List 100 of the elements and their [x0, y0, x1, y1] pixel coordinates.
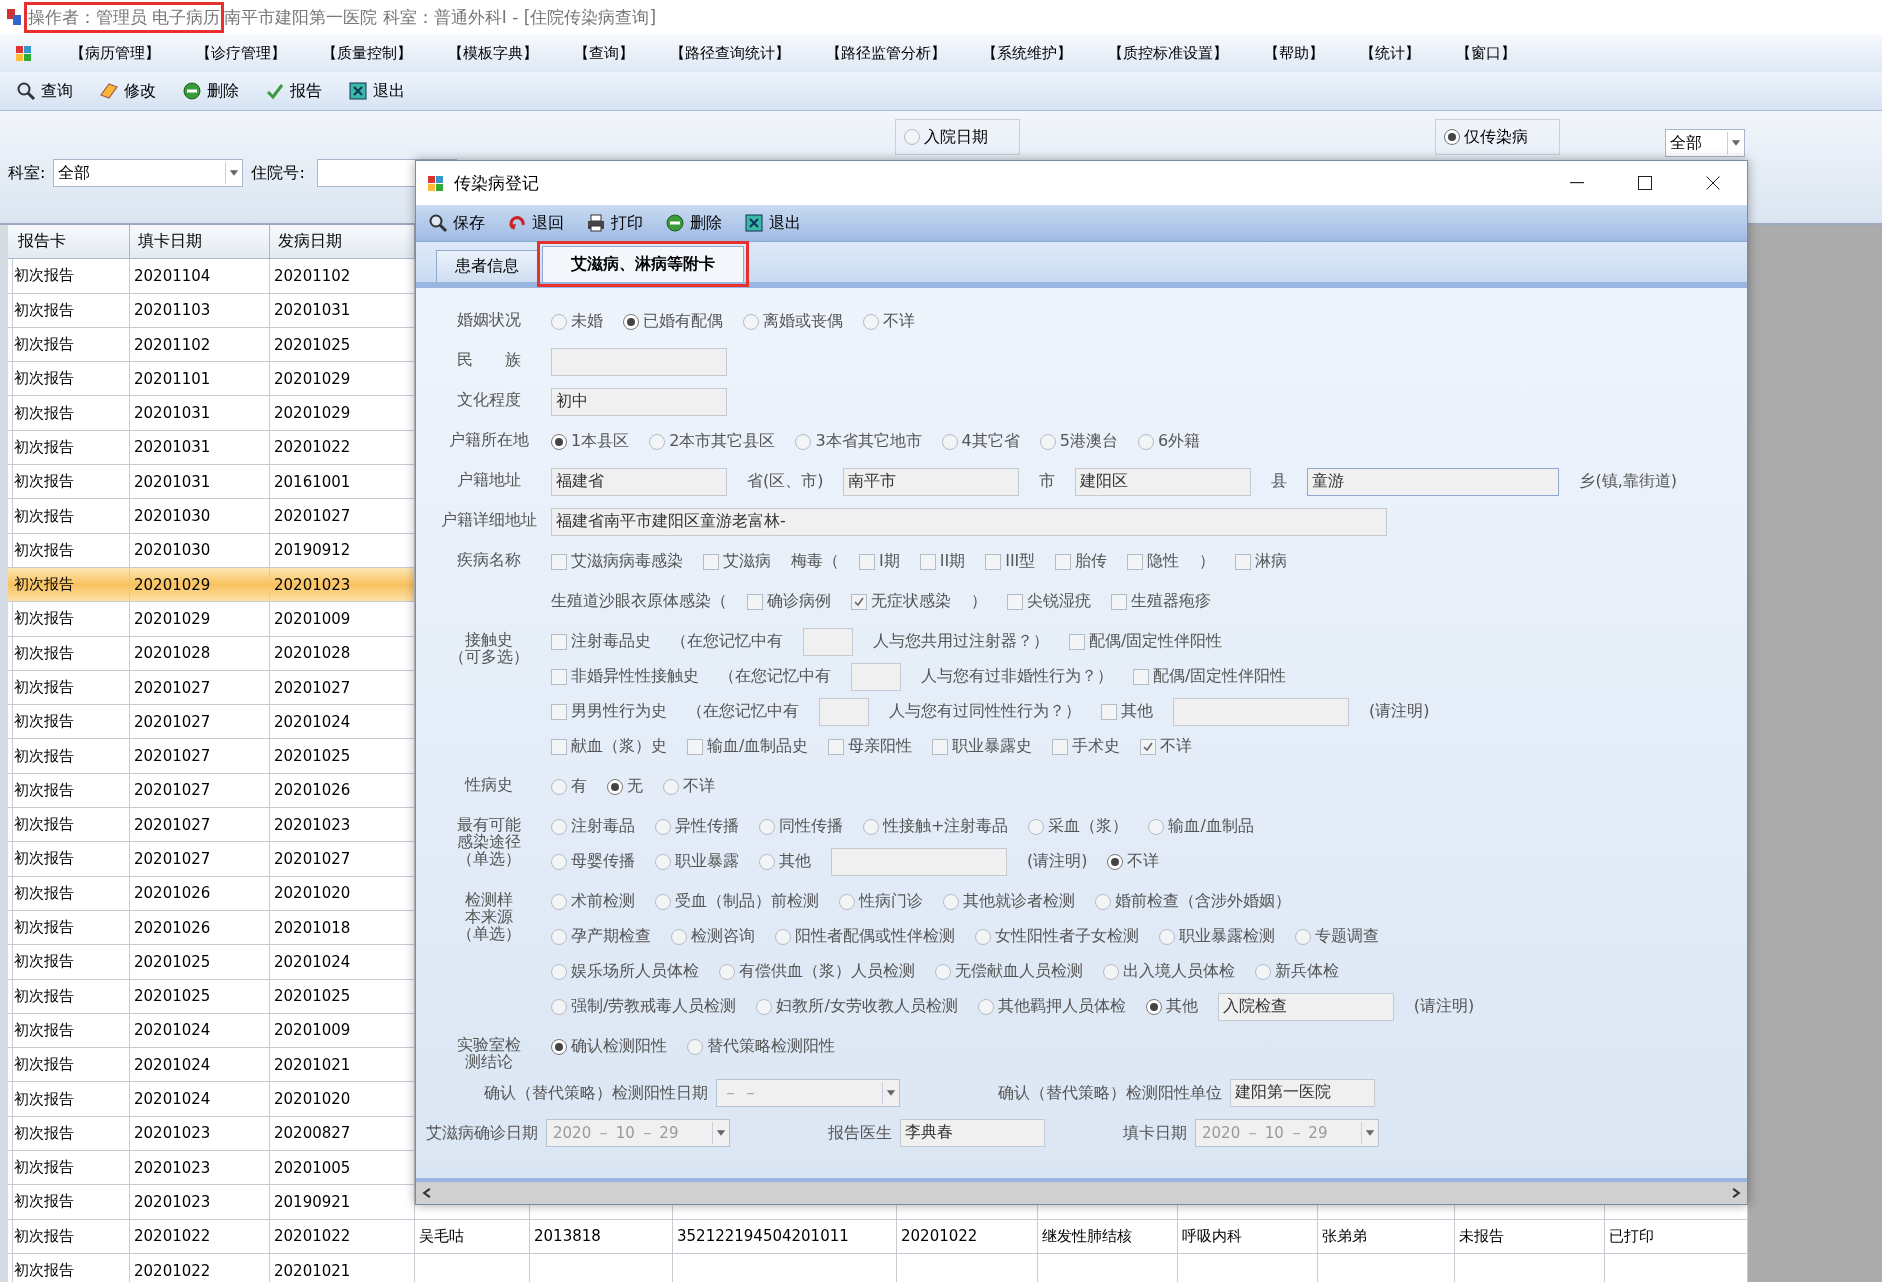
- radio-button[interactable]: [551, 313, 567, 330]
- radio-button[interactable]: [551, 778, 567, 795]
- toolbar-button[interactable]: 删除: [180, 78, 241, 104]
- radio-button[interactable]: [719, 963, 735, 980]
- toolbar-button[interactable]: 打印: [584, 210, 645, 236]
- text-field[interactable]: 入院检查: [1217, 992, 1394, 1021]
- radio-button[interactable]: [663, 778, 679, 795]
- radio-option[interactable]: 无: [607, 776, 643, 797]
- radio-option[interactable]: 职业暴露: [655, 851, 739, 872]
- radio-option[interactable]: 专题调查: [1295, 926, 1379, 947]
- checkbox-option[interactable]: III型: [985, 551, 1036, 572]
- checkbox[interactable]: [932, 738, 949, 755]
- column-header[interactable]: 填卡日期: [130, 225, 270, 260]
- checkbox-option[interactable]: 职业暴露史: [932, 736, 1033, 757]
- checkbox-option[interactable]: II期: [919, 551, 966, 572]
- radio-button[interactable]: [551, 998, 567, 1015]
- radio-button[interactable]: [1295, 928, 1311, 945]
- radio-option[interactable]: 无偿献血人员检测: [935, 961, 1083, 982]
- checkbox[interactable]: [1055, 553, 1072, 570]
- toolbar-button[interactable]: 删除: [663, 210, 724, 236]
- checkbox[interactable]: [687, 738, 703, 755]
- radio-option[interactable]: 确认检测阳性: [551, 1036, 667, 1057]
- toolbar-button[interactable]: 保存: [426, 210, 487, 236]
- menu-item[interactable]: 【诊疗管理】: [196, 43, 286, 63]
- radio-button[interactable]: [975, 928, 991, 945]
- text-field[interactable]: [551, 347, 727, 376]
- radio-button[interactable]: [795, 433, 812, 450]
- menu-item[interactable]: 【统计】: [1360, 43, 1420, 63]
- checkbox-option[interactable]: 其他: [1101, 701, 1153, 722]
- radio-button[interactable]: [759, 818, 775, 835]
- radio-option[interactable]: 其他羁押人员体检: [977, 996, 1126, 1017]
- radio-button[interactable]: [759, 853, 775, 870]
- menu-item[interactable]: 【质控标准设置】: [1108, 43, 1228, 63]
- checkbox-option[interactable]: 注射毒品史: [551, 631, 651, 652]
- menu-item[interactable]: 【质量控制】: [322, 43, 412, 63]
- department-dropdown[interactable]: 全部: [53, 159, 244, 187]
- radio-option[interactable]: 已婚有配偶: [623, 311, 723, 332]
- radio-option[interactable]: 女性阳性者子女检测: [975, 926, 1139, 947]
- radio-option[interactable]: 未婚: [551, 311, 603, 332]
- radio-button[interactable]: [551, 853, 567, 870]
- radio-option[interactable]: 职业暴露检测: [1159, 926, 1275, 947]
- checkbox[interactable]: [828, 738, 845, 755]
- radio-option[interactable]: 性病门诊: [839, 891, 923, 912]
- radio-button[interactable]: [1159, 928, 1175, 945]
- radio-button[interactable]: [863, 313, 879, 330]
- checkbox[interactable]: [1069, 633, 1085, 650]
- radio-button[interactable]: [1148, 818, 1165, 835]
- checkbox[interactable]: [1101, 703, 1117, 720]
- checkbox[interactable]: [1052, 738, 1069, 755]
- checkbox-option[interactable]: 不详: [1140, 736, 1193, 757]
- radio-option[interactable]: 受血（制品）前检测: [655, 891, 819, 912]
- checkbox-option[interactable]: 配偶/固定性伴阳性: [1069, 631, 1223, 652]
- radio-option[interactable]: 性接触+注射毒品: [863, 816, 1009, 837]
- checkbox[interactable]: [1140, 738, 1157, 755]
- text-field[interactable]: 建阳第一医院: [1230, 1079, 1375, 1108]
- radio-option[interactable]: 新兵体检: [1255, 961, 1339, 982]
- checkbox-option[interactable]: 非婚异性性接触史: [551, 666, 699, 687]
- checkbox-option[interactable]: 确诊病例: [747, 591, 831, 612]
- radio-option[interactable]: 离婚或丧偶: [743, 311, 843, 332]
- radio-option[interactable]: 检测咨询: [671, 926, 755, 947]
- checkbox-option[interactable]: 母亲阳性: [828, 736, 913, 757]
- menu-item[interactable]: 【路径监管分析】: [826, 43, 946, 63]
- menu-item[interactable]: 【系统维护】: [982, 43, 1072, 63]
- checkbox[interactable]: [851, 593, 867, 610]
- radio-button[interactable]: [623, 313, 639, 330]
- checkbox-option[interactable]: I期: [859, 551, 900, 572]
- checkbox[interactable]: [859, 553, 875, 570]
- toolbar-button[interactable]: 退回: [505, 210, 566, 236]
- checkbox-option[interactable]: 输血/血制品史: [687, 736, 809, 757]
- radio-button[interactable]: [649, 433, 666, 450]
- checkbox-option[interactable]: 献血（浆）史: [551, 736, 667, 757]
- checkbox-option[interactable]: 生殖器疱疹: [1111, 591, 1211, 612]
- radio-option[interactable]: 5港澳台: [1039, 431, 1118, 452]
- radio-option[interactable]: 4其它省: [941, 431, 1020, 452]
- radio-button[interactable]: [551, 928, 567, 945]
- checkbox-option[interactable]: 淋病: [1235, 551, 1288, 572]
- checkbox[interactable]: [1007, 593, 1023, 610]
- radio-option[interactable]: 异性传播: [655, 816, 739, 837]
- checkbox-option[interactable]: 男男性行为史: [551, 701, 667, 722]
- radio-option[interactable]: 术前检测: [551, 891, 635, 912]
- radio-button[interactable]: [1137, 433, 1154, 450]
- radio-button[interactable]: [1028, 818, 1045, 835]
- radio-option[interactable]: 出入境人员体检: [1103, 961, 1235, 982]
- radio-option[interactable]: 孕产期检查: [551, 926, 651, 947]
- radio-button[interactable]: [1107, 853, 1124, 870]
- radio-option[interactable]: 同性传播: [759, 816, 843, 837]
- checkbox[interactable]: [551, 703, 567, 720]
- tab[interactable]: 患者信息: [436, 250, 538, 282]
- radio-button[interactable]: [863, 818, 879, 835]
- horizontal-scrollbar[interactable]: [416, 1178, 1747, 1204]
- radio-option[interactable]: 有偿供血（浆）人员检测: [719, 961, 915, 982]
- radio-option[interactable]: 不详: [1107, 851, 1160, 872]
- radio-button[interactable]: [655, 853, 671, 870]
- checkbox[interactable]: [703, 553, 719, 570]
- checkbox[interactable]: [551, 668, 567, 685]
- checkbox[interactable]: [1133, 668, 1149, 685]
- text-field[interactable]: 南平市: [843, 467, 1020, 496]
- toolbar-button[interactable]: 查询: [14, 78, 75, 104]
- checkbox-option[interactable]: 艾滋病病毒感染: [551, 551, 683, 572]
- radio-button[interactable]: [941, 433, 958, 450]
